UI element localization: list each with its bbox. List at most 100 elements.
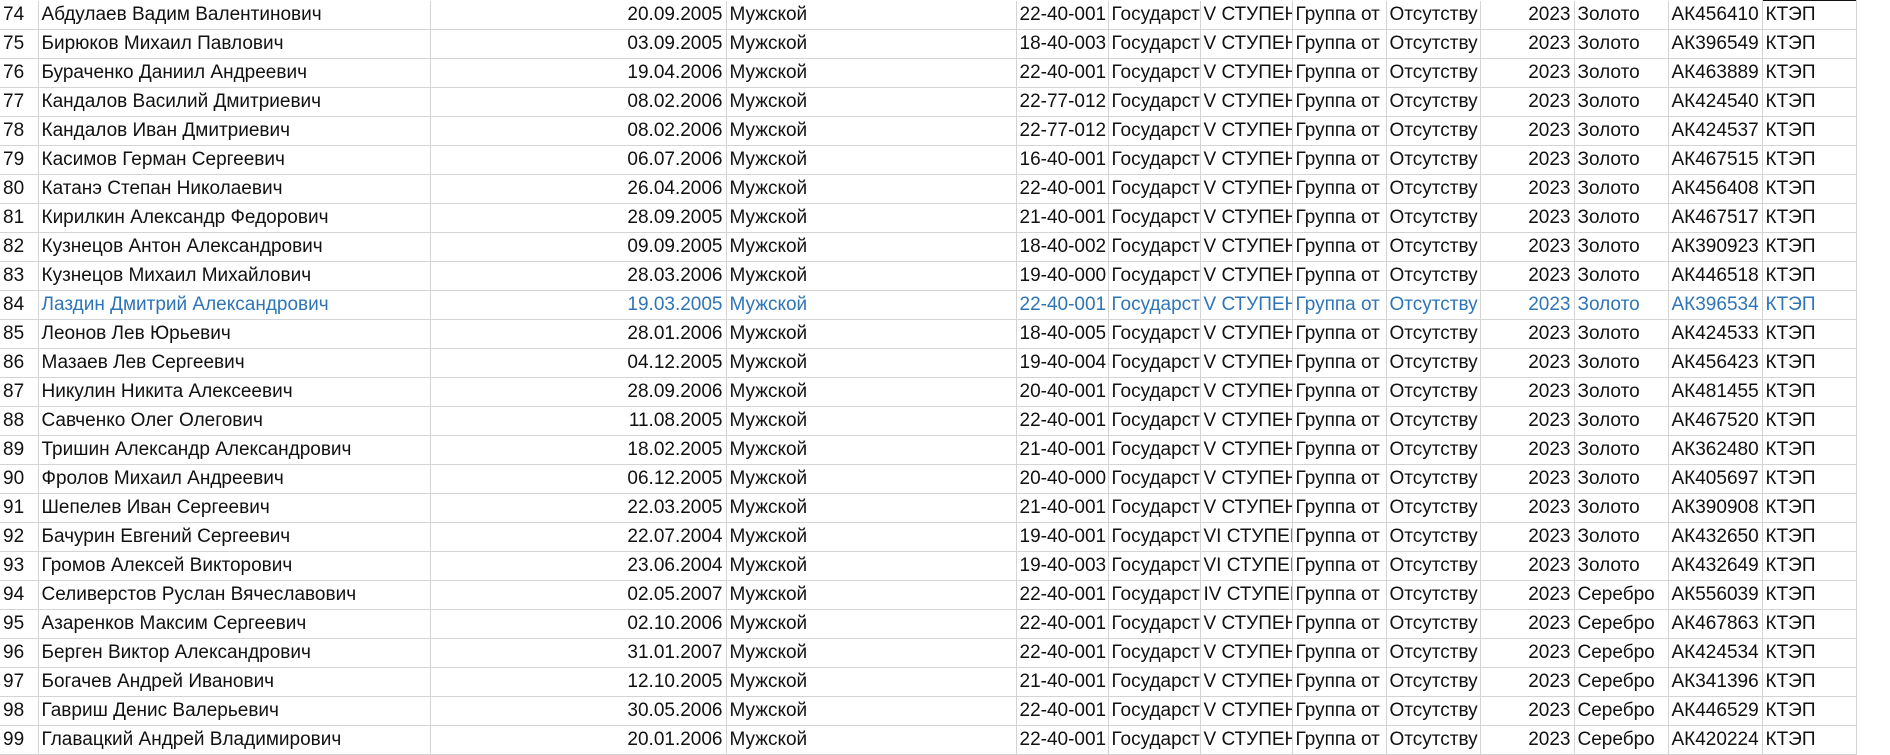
cell-code[interactable]: 19-40-003: [1016, 551, 1109, 581]
row-number[interactable]: 95: [0, 609, 39, 639]
cell-birth-date[interactable]: 23.06.2004: [430, 551, 727, 581]
cell-source[interactable]: КТЭП: [1761, 725, 1857, 755]
cell-code[interactable]: 21-40-001: [1016, 435, 1109, 465]
cell-stage[interactable]: V СТУПЕН: [1200, 493, 1293, 523]
cell-code[interactable]: 22-40-001: [1016, 696, 1109, 726]
cell-organization[interactable]: Государст: [1108, 29, 1201, 59]
cell-organization[interactable]: Государст: [1108, 696, 1201, 726]
row-number[interactable]: 87: [0, 377, 39, 407]
cell-source[interactable]: КТЭП: [1761, 377, 1857, 407]
cell-source[interactable]: КТЭП: [1761, 551, 1857, 581]
cell-stage[interactable]: VI СТУПЕН: [1200, 522, 1293, 552]
cell-gender[interactable]: Мужской: [726, 493, 1017, 523]
cell-medal[interactable]: Золото: [1574, 145, 1669, 175]
cell-stage[interactable]: V СТУПЕН: [1200, 29, 1293, 59]
cell-certificate[interactable]: АК481455: [1668, 377, 1763, 407]
cell-source[interactable]: КТЭП: [1761, 116, 1857, 146]
cell-gender[interactable]: Мужской: [726, 174, 1017, 204]
cell-stage[interactable]: V СТУПЕН: [1200, 58, 1293, 88]
cell-certificate[interactable]: АК341396: [1668, 667, 1763, 697]
cell-gender[interactable]: Мужской: [726, 29, 1017, 59]
cell-group[interactable]: Группа от: [1292, 696, 1387, 726]
cell-source[interactable]: КТЭП: [1761, 696, 1857, 726]
cell-certificate[interactable]: АК456423: [1668, 348, 1763, 378]
cell-year[interactable]: 2023: [1480, 116, 1575, 146]
cell-year[interactable]: 2023: [1480, 667, 1575, 697]
cell-full-name[interactable]: Касимов Герман Сергеевич: [38, 145, 431, 175]
cell-year[interactable]: 2023: [1480, 493, 1575, 523]
cell-full-name[interactable]: Катанэ Степан Николаевич: [38, 174, 431, 204]
cell-certificate[interactable]: АК362480: [1668, 435, 1763, 465]
row-number[interactable]: 77: [0, 87, 39, 117]
cell-code[interactable]: 18-40-005: [1016, 319, 1109, 349]
cell-full-name[interactable]: Бирюков Михаил Павлович: [38, 29, 431, 59]
cell-code[interactable]: 22-40-001: [1016, 0, 1109, 30]
cell-year[interactable]: 2023: [1480, 696, 1575, 726]
cell-year[interactable]: 2023: [1480, 232, 1575, 262]
cell-organization[interactable]: Государст: [1108, 551, 1201, 581]
cell-certificate[interactable]: АК390923: [1668, 232, 1763, 262]
cell-medal[interactable]: Серебро: [1574, 667, 1669, 697]
cell-medal[interactable]: Золото: [1574, 493, 1669, 523]
cell-birth-date[interactable]: 28.01.2006: [430, 319, 727, 349]
cell-status[interactable]: Отсутству: [1386, 87, 1481, 117]
cell-organization[interactable]: Государст: [1108, 0, 1201, 30]
cell-birth-date[interactable]: 12.10.2005: [430, 667, 727, 697]
cell-gender[interactable]: Мужской: [726, 116, 1017, 146]
cell-medal[interactable]: Серебро: [1574, 609, 1669, 639]
cell-group[interactable]: Группа от: [1292, 0, 1387, 30]
cell-certificate[interactable]: АК456410: [1668, 0, 1763, 30]
cell-code[interactable]: 18-40-002: [1016, 232, 1109, 262]
cell-medal[interactable]: Золото: [1574, 0, 1669, 30]
cell-gender[interactable]: Мужской: [726, 638, 1017, 668]
cell-group[interactable]: Группа от: [1292, 667, 1387, 697]
cell-group[interactable]: Группа от: [1292, 638, 1387, 668]
cell-group[interactable]: Группа от: [1292, 319, 1387, 349]
cell-birth-date[interactable]: 09.09.2005: [430, 232, 727, 262]
cell-certificate[interactable]: АК396534: [1668, 290, 1763, 320]
row-number[interactable]: 81: [0, 203, 39, 233]
cell-certificate[interactable]: АК456408: [1668, 174, 1763, 204]
cell-organization[interactable]: Государст: [1108, 406, 1201, 436]
cell-birth-date[interactable]: 22.07.2004: [430, 522, 727, 552]
cell-birth-date[interactable]: 19.04.2006: [430, 58, 727, 88]
cell-organization[interactable]: Государст: [1108, 174, 1201, 204]
cell-certificate[interactable]: АК467863: [1668, 609, 1763, 639]
cell-stage[interactable]: V СТУПЕН: [1200, 319, 1293, 349]
cell-stage[interactable]: V СТУПЕН: [1200, 377, 1293, 407]
cell-year[interactable]: 2023: [1480, 203, 1575, 233]
cell-full-name[interactable]: Бачурин Евгений Сергеевич: [38, 522, 431, 552]
row-number[interactable]: 98: [0, 696, 39, 726]
cell-status[interactable]: Отсутству: [1386, 609, 1481, 639]
cell-certificate[interactable]: АК396549: [1668, 29, 1763, 59]
cell-medal[interactable]: Серебро: [1574, 638, 1669, 668]
cell-status[interactable]: Отсутству: [1386, 29, 1481, 59]
cell-full-name[interactable]: Громов Алексей Викторович: [38, 551, 431, 581]
cell-medal[interactable]: Золото: [1574, 261, 1669, 291]
cell-medal[interactable]: Золото: [1574, 377, 1669, 407]
cell-status[interactable]: Отсутству: [1386, 522, 1481, 552]
cell-full-name[interactable]: Тришин Александр Александрович: [38, 435, 431, 465]
cell-gender[interactable]: Мужской: [726, 319, 1017, 349]
row-number[interactable]: 74: [0, 0, 39, 30]
cell-year[interactable]: 2023: [1480, 377, 1575, 407]
cell-gender[interactable]: Мужской: [726, 725, 1017, 755]
cell-medal[interactable]: Золото: [1574, 464, 1669, 494]
cell-status[interactable]: Отсутству: [1386, 377, 1481, 407]
cell-year[interactable]: 2023: [1480, 435, 1575, 465]
cell-medal[interactable]: Золото: [1574, 58, 1669, 88]
cell-status[interactable]: Отсутству: [1386, 348, 1481, 378]
cell-status[interactable]: Отсутству: [1386, 319, 1481, 349]
cell-status[interactable]: Отсутству: [1386, 725, 1481, 755]
cell-organization[interactable]: Государст: [1108, 290, 1201, 320]
cell-birth-date[interactable]: 06.12.2005: [430, 464, 727, 494]
cell-birth-date[interactable]: 28.09.2006: [430, 377, 727, 407]
cell-gender[interactable]: Мужской: [726, 696, 1017, 726]
cell-group[interactable]: Группа от: [1292, 406, 1387, 436]
cell-birth-date[interactable]: 08.02.2006: [430, 87, 727, 117]
cell-stage[interactable]: V СТУПЕН: [1200, 348, 1293, 378]
cell-medal[interactable]: Золото: [1574, 116, 1669, 146]
cell-organization[interactable]: Государст: [1108, 609, 1201, 639]
cell-organization[interactable]: Государст: [1108, 145, 1201, 175]
cell-medal[interactable]: Золото: [1574, 174, 1669, 204]
